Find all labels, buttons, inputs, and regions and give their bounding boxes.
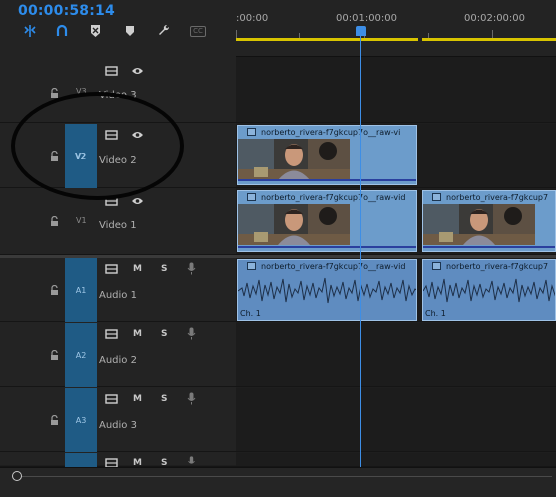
clip-opacity-line [238, 179, 416, 181]
clip-opacity-line [238, 246, 416, 248]
ruler-tick [492, 30, 493, 38]
channel-label: Ch. 1 [240, 309, 261, 318]
lock-icon[interactable] [50, 415, 59, 425]
track-name-v1: Video 1 [99, 220, 137, 231]
channel-label: Ch. 1 [425, 309, 446, 318]
microphone-icon[interactable] [187, 456, 196, 467]
fx-badge-icon [247, 128, 256, 136]
ruler-label-2min: 00:02:00:00 [464, 13, 526, 24]
solo-button-a2[interactable]: S [161, 329, 167, 339]
toggle-output-icon[interactable] [105, 329, 118, 339]
toggle-output-icon[interactable] [105, 264, 118, 274]
source-patch-a2[interactable]: A2 [65, 323, 97, 387]
track-name-a3: Audio 3 [99, 420, 137, 431]
marker-icon[interactable] [121, 22, 139, 40]
video-clip-v2[interactable]: norberto_rivera-f7gkcup7o__raw-vi [237, 125, 417, 185]
clip-name: norberto_rivera-f7gkcup7 [446, 261, 549, 271]
clip-opacity-line [423, 246, 555, 248]
lock-icon[interactable] [50, 216, 59, 226]
playhead-line[interactable] [360, 30, 361, 467]
toggle-output-icon[interactable] [105, 66, 118, 76]
annotation-circle [11, 92, 184, 200]
clip-name: norberto_rivera-f7gkcup7 [446, 192, 549, 202]
clip-name: norberto_rivera-f7gkcup7o__raw-vi [261, 127, 401, 137]
microphone-icon[interactable] [187, 327, 196, 340]
audio-clip-a1-1[interactable]: norberto_rivera-f7gkcup7o__raw-vid Ch. 1 [237, 259, 417, 321]
playhead-handle[interactable] [356, 26, 366, 36]
track-lane-v3[interactable] [236, 57, 556, 123]
add-marker-icon[interactable] [87, 22, 105, 40]
fx-badge-icon [247, 262, 256, 270]
lock-icon[interactable] [50, 285, 59, 295]
track-label-v2: V2 [75, 152, 86, 161]
waveform [423, 278, 555, 303]
lock-icon[interactable] [50, 350, 59, 360]
clip-thumbnail [238, 139, 350, 180]
source-patch-a4[interactable] [65, 453, 97, 467]
track-lane-a4[interactable] [236, 453, 556, 467]
workbar-gap [418, 37, 422, 42]
solo-button-a3[interactable]: S [161, 394, 167, 404]
mute-button-a2[interactable]: M [133, 329, 142, 339]
solo-button-a1[interactable]: S [161, 264, 167, 274]
source-patch-a1[interactable]: A1 [65, 258, 97, 322]
clip-name: norberto_rivera-f7gkcup7o__raw-vid [261, 192, 406, 202]
track-header-a4 [0, 453, 236, 467]
microphone-icon[interactable] [187, 262, 196, 275]
zoom-handle[interactable] [12, 471, 22, 481]
fx-badge-icon [432, 193, 441, 201]
eye-icon[interactable] [131, 66, 144, 76]
waveform [238, 277, 416, 304]
mute-button-a1[interactable]: M [133, 264, 142, 274]
time-ruler[interactable] [236, 0, 556, 57]
scroll-track[interactable] [12, 476, 552, 477]
track-lane-a2[interactable] [236, 323, 556, 387]
snap-icon[interactable] [21, 22, 39, 40]
source-patch-a3[interactable]: A3 [65, 388, 97, 452]
work-area-bar[interactable] [236, 38, 556, 41]
captions-icon[interactable]: CC [189, 22, 207, 40]
ruler-tick [236, 30, 237, 38]
clip-name: norberto_rivera-f7gkcup7o__raw-vid [261, 261, 406, 271]
ruler-label-1min: 00:01:00:00 [336, 13, 398, 24]
wrench-icon[interactable] [155, 22, 173, 40]
video-clip-v1-1[interactable]: norberto_rivera-f7gkcup7o__raw-vid [237, 190, 417, 252]
mute-button-a3[interactable]: M [133, 394, 142, 404]
track-lane-a3[interactable] [236, 388, 556, 452]
zoom-scroll-bar [0, 467, 556, 497]
linked-selection-icon[interactable] [53, 22, 71, 40]
captions-label: CC [190, 25, 206, 37]
toggle-output-icon[interactable] [105, 394, 118, 404]
ruler-label-start: :00:00 [236, 13, 269, 24]
track-name-a2: Audio 2 [99, 355, 137, 366]
playhead-timecode[interactable]: 00:00:58:14 [18, 3, 115, 19]
audio-clip-a1-2[interactable]: norberto_rivera-f7gkcup7 Ch. 1 [422, 259, 556, 321]
fx-badge-icon [247, 193, 256, 201]
track-name-a1: Audio 1 [99, 290, 137, 301]
fx-badge-icon [432, 262, 441, 270]
eye-icon[interactable] [131, 196, 144, 206]
clip-thumbnail [238, 204, 350, 245]
clip-thumbnail [423, 204, 535, 245]
lock-icon[interactable] [50, 88, 59, 98]
microphone-icon[interactable] [187, 392, 196, 405]
video-clip-v1-2[interactable]: norberto_rivera-f7gkcup7 [422, 190, 556, 252]
track-label-v1: V1 [76, 216, 87, 225]
